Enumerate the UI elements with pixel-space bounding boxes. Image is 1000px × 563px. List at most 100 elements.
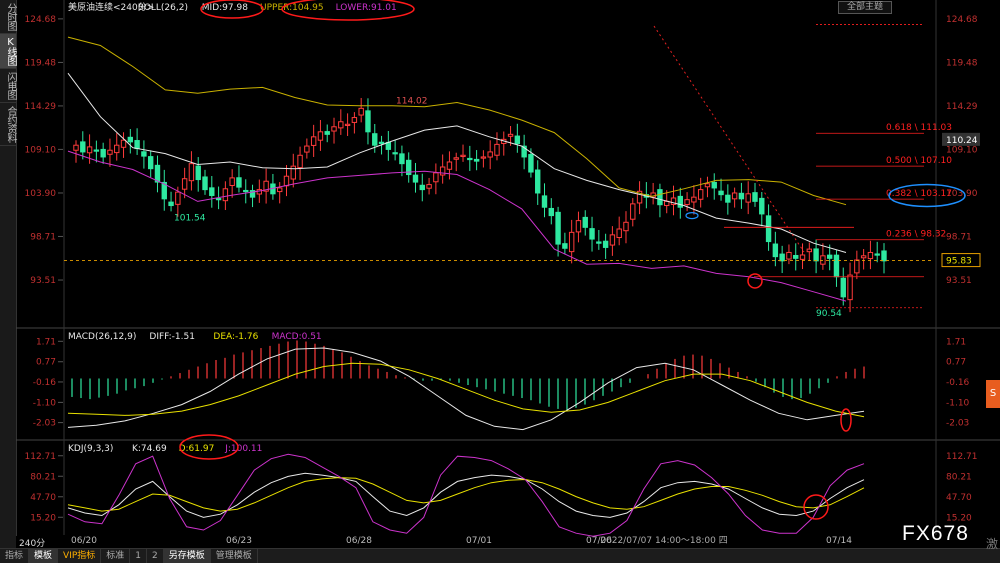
candle [514, 135, 521, 145]
candle [799, 254, 806, 260]
main-legend-item: BOLL(26,2) [138, 3, 188, 13]
candle [568, 231, 575, 253]
macd-right-tick: 0.77 [946, 358, 966, 368]
macd-dea-line [67, 362, 865, 418]
highlight-ellipse [685, 211, 699, 220]
sidebar-item-3[interactable]: 合约资料 [0, 103, 16, 146]
kdj-left-tick: 80.21 [30, 472, 56, 482]
candle [847, 274, 853, 301]
candle [582, 216, 588, 228]
macd-legend-item: MACD:0.51 [272, 332, 322, 342]
candle [419, 184, 425, 191]
candle [793, 254, 799, 259]
price-left-tick: 98.71 [30, 232, 56, 242]
candle [772, 243, 779, 258]
main-legend-item: MID:97.98 [202, 3, 248, 13]
candle [147, 156, 154, 170]
sidebar-item-1[interactable]: K线图 [0, 34, 16, 69]
candle [317, 131, 324, 141]
candle [154, 164, 161, 183]
kdj-k-line [67, 472, 865, 518]
candle [562, 243, 568, 249]
candle [229, 177, 235, 186]
candle [684, 199, 690, 206]
candle [412, 174, 419, 183]
candle [616, 228, 622, 239]
price-right-tick: 98.71 [946, 232, 972, 242]
kdj-right-tick: 112.71 [946, 452, 978, 462]
candle [120, 139, 127, 148]
candle [80, 141, 86, 153]
candle [331, 126, 337, 132]
candle [874, 253, 880, 256]
macd-legend-item: MACD(26,12,9) [68, 332, 136, 342]
candle [840, 277, 846, 298]
fib-level-label: 0.500 \ 107.10 [886, 156, 952, 166]
candle [127, 136, 134, 143]
candle [283, 175, 290, 187]
kdj-legend-item: J:100.11 [224, 444, 262, 454]
candle [786, 251, 792, 260]
candle [372, 133, 378, 146]
price-left-tick: 119.48 [25, 58, 57, 68]
kdj-legend-item: K:74.69 [132, 444, 167, 454]
macd-left-tick: 1.71 [36, 337, 56, 347]
bottom-tab-1[interactable]: 模板 [29, 549, 59, 563]
candle [358, 107, 364, 116]
candle [399, 153, 405, 165]
price-right-tick: 93.51 [946, 276, 972, 286]
candle [365, 110, 371, 133]
candle [188, 163, 195, 182]
low-price-label: 101.54 [174, 214, 206, 224]
candle [100, 148, 106, 158]
candle [209, 187, 215, 196]
candle [310, 136, 317, 146]
main-legend-item: UPPER:104.95 [260, 3, 324, 13]
bottom-tab-7[interactable]: 管理模板 [211, 549, 258, 563]
chart-area: 124.68 124.68 119.48 119.48 114.29 114.29 109.… [16, 0, 1000, 546]
left-sidebar: 分时图 K线图 闪电图 合约资料 [0, 0, 17, 548]
kdj-j-line [67, 453, 865, 537]
candle [575, 220, 582, 233]
bottom-tab-0[interactable]: 指标 [0, 549, 30, 563]
boll-mid-line [67, 72, 847, 253]
high-price-label: 114.02 [396, 96, 428, 106]
candle [759, 197, 765, 215]
candle [107, 149, 113, 155]
share-icon[interactable]: S [986, 380, 1000, 408]
kdj-d-line [67, 477, 865, 512]
candle [344, 123, 351, 126]
sidebar-item-2[interactable]: 闪电图 [0, 69, 16, 103]
candle [548, 207, 554, 217]
side-text: 激 [986, 537, 999, 551]
x-tick-label: 06/20 [71, 536, 97, 546]
price-left-tick: 114.29 [25, 102, 57, 112]
candle [738, 192, 745, 200]
candle [467, 157, 473, 161]
x-tick-label: 07/14 [826, 536, 852, 546]
bottom-tab-3[interactable]: 标准 [101, 549, 131, 563]
fib-level-label: 0.618 \ 111.03 [886, 123, 952, 133]
macd-left-tick: 0.77 [36, 358, 56, 368]
bottom-tab-4[interactable]: 1 [130, 549, 148, 563]
x-tick-label: 06/28 [346, 536, 372, 546]
x-tick-label: 06/23 [226, 536, 252, 546]
candle [860, 255, 867, 259]
candle [833, 254, 840, 278]
highlight-circle [747, 273, 763, 289]
macd-highlight-ellipse [840, 408, 852, 432]
current-price-label: 95.83 [946, 257, 972, 267]
kdj-right-tick: 80.21 [946, 472, 972, 482]
candle [623, 221, 629, 232]
candle [195, 165, 201, 181]
candle [589, 228, 595, 240]
candle [446, 161, 453, 170]
price-right-tick: 114.29 [946, 102, 978, 112]
candle [324, 131, 330, 135]
sidebar-item-0[interactable]: 分时图 [0, 0, 16, 34]
bottom-tab-2[interactable]: VIP指标 [58, 549, 102, 563]
bottom-tab-5[interactable]: 2 [147, 549, 164, 563]
candle [602, 240, 609, 248]
bottom-tab-6[interactable]: 另存模板 [163, 549, 211, 563]
candle [704, 183, 711, 188]
